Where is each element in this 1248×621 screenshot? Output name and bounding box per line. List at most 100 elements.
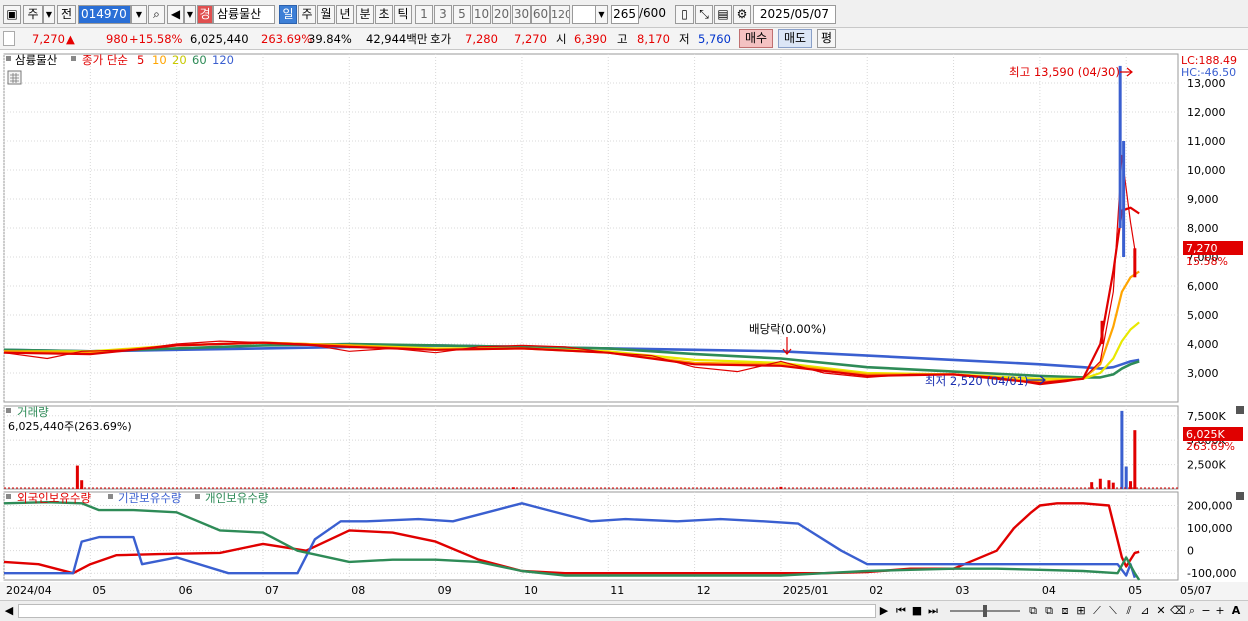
low-label: 저 (679, 32, 690, 46)
font-size-icon[interactable]: A (1230, 604, 1242, 618)
window-icon[interactable]: ▣ (3, 5, 21, 24)
table-icon[interactable] (7, 70, 22, 85)
interval-30[interactable]: 30 (512, 5, 531, 24)
checkbox[interactable] (3, 31, 15, 46)
ma-legend-120[interactable]: 120 (212, 53, 234, 67)
interval-dropdown-icon[interactable]: ▼ (595, 5, 608, 24)
volume: 6,025,440 (190, 32, 249, 46)
zoom-search-icon[interactable]: ⌕ (1186, 604, 1198, 618)
x-tick-label: 04 (1042, 584, 1056, 597)
price-candle (1100, 320, 1104, 344)
stock-code-input[interactable]: 014970 (78, 5, 131, 24)
interval-60[interactable]: 60 (531, 5, 550, 24)
trend-tool-icon[interactable]: ⟋ (1090, 604, 1104, 618)
ma-legend-20[interactable]: 20 (172, 53, 187, 67)
period-second[interactable]: 초 (375, 5, 393, 24)
interval-5[interactable]: 5 (453, 5, 471, 24)
ma-legend-title[interactable]: 종가 단순 (82, 53, 128, 67)
copy-icon[interactable]: ⧉ (1042, 604, 1056, 618)
price-info-bar: 7,270 ▲ 980 +15.58% 6,025,440 263.69% 39… (0, 28, 1248, 50)
y-tick-label: -100,000 (1187, 567, 1236, 580)
zoom-in-icon[interactable]: + (1214, 604, 1226, 618)
high-label: 고 (617, 32, 628, 46)
speaker-icon[interactable]: ◀ (167, 5, 184, 24)
interval-3[interactable]: 3 (434, 5, 452, 24)
avg-button[interactable]: 평 (817, 29, 836, 48)
change-amount: 980 (106, 32, 128, 46)
institution-hold-legend[interactable]: 기관보유수량 (118, 491, 182, 505)
y-tick-label: 200,000 (1187, 500, 1233, 513)
period-month[interactable]: 월 (317, 5, 335, 24)
count-input[interactable]: 265 (611, 5, 639, 24)
period-tick[interactable]: 틱 (394, 5, 412, 24)
layout-icon[interactable]: ⧉ (1026, 604, 1040, 618)
candle-icon[interactable]: ▯ (675, 5, 694, 24)
scroll-right-icon[interactable]: ▶ (878, 604, 890, 618)
code-dropdown-icon[interactable]: ▼ (131, 5, 147, 24)
y-tick-label: 4,000 (1187, 338, 1219, 351)
interval-120[interactable]: 120 (550, 5, 570, 24)
ma-legend-5[interactable]: 5 (137, 53, 144, 67)
interval-20[interactable]: 20 (492, 5, 511, 24)
zoom-slider-handle[interactable] (983, 605, 987, 617)
date-input[interactable]: 2025/05/07 (753, 5, 836, 24)
trade-amount: 42,944백만 (366, 32, 428, 46)
current-price-value: 7,270 (1186, 242, 1218, 255)
price-candle (1122, 141, 1126, 257)
fib-tool-icon[interactable]: ⟍ (1106, 604, 1120, 618)
save-icon[interactable]: ▤ (714, 5, 732, 24)
volume-legend-title[interactable]: 거래량 (17, 405, 49, 419)
x-tick-label: 2024/04 (6, 584, 52, 597)
y-tick-label: 11,000 (1187, 135, 1226, 148)
chart-scrollbar[interactable]: ◀ ▶ ⏮ ■ ⏭ ⧉ ⧉ ⧈ ⊞ ⟋ ⟍ ⫽ ⊿ ✕ ⌫ ⌕ − + A (0, 600, 1248, 621)
speaker-dropdown-icon[interactable]: ▼ (184, 5, 196, 24)
period-day[interactable]: 일 (279, 5, 297, 24)
individual-hold-legend[interactable]: 개인보유수량 (205, 491, 269, 505)
scroll-track[interactable] (18, 604, 876, 618)
x-tick-label: 10 (524, 584, 538, 597)
interval-10[interactable]: 10 (472, 5, 491, 24)
ma-legend-10[interactable]: 10 (152, 53, 167, 67)
y-tick-label: 10,000 (1187, 164, 1226, 177)
search-icon[interactable]: ⌕ (148, 5, 165, 24)
split-icon[interactable]: ⧈ (1058, 604, 1072, 618)
y-tick-label: 5,000 (1187, 309, 1219, 322)
delete-tool-icon[interactable]: ✕ (1154, 604, 1168, 618)
y-tick-label: 0 (1187, 545, 1194, 558)
market-select[interactable]: 주 (23, 5, 43, 24)
rewind-icon[interactable]: ⏮ (894, 604, 908, 618)
period-year[interactable]: 년 (336, 5, 354, 24)
period-week[interactable]: 주 (298, 5, 316, 24)
hc-label: HC:-46.50 (1181, 66, 1236, 79)
price-legend-name[interactable]: 삼륭물산 (15, 53, 58, 67)
interval-1[interactable]: 1 (415, 5, 433, 24)
y-tick-label: 12,000 (1187, 106, 1226, 119)
current-volume-rate: 263.69% (1186, 440, 1235, 453)
x-tick-label: 09 (438, 584, 452, 597)
sell-button[interactable]: 매도 (778, 29, 812, 48)
grid-icon[interactable]: ⊞ (1074, 604, 1088, 618)
hoga-label: 호가 (430, 32, 452, 46)
hoga-bid: 7,270 (514, 32, 547, 46)
hold-pane-close-icon[interactable] (1236, 492, 1244, 500)
volume-pane-close-icon[interactable] (1236, 406, 1244, 414)
period-minute[interactable]: 분 (356, 5, 374, 24)
erase-tool-icon[interactable]: ⌫ (1170, 604, 1186, 618)
stock-chart[interactable]: 05 06 07 08 09 10 11 12 2025/01 02 03 04 05 05/072024… (0, 50, 1248, 600)
gear-icon[interactable]: ⚙ (733, 5, 751, 24)
prev-button[interactable]: 전 (57, 5, 76, 24)
y-tick-label: 8,000 (1187, 222, 1219, 235)
buy-button[interactable]: 매수 (739, 29, 773, 48)
x-tick-label: 05/07 (1180, 584, 1212, 597)
zoom-out-icon[interactable]: − (1200, 604, 1212, 618)
stop-icon[interactable]: ■ (910, 604, 924, 618)
measure-tool-icon[interactable]: ⊿ (1138, 604, 1152, 618)
market-dropdown-icon[interactable]: ▼ (43, 5, 55, 24)
volume-legend-value: 6,025,440주(263.69%) (8, 420, 132, 433)
forward-icon[interactable]: ⏭ (926, 604, 940, 618)
channel-tool-icon[interactable]: ⫽ (1122, 604, 1136, 618)
foreign-hold-legend[interactable]: 외국인보유수량 (17, 491, 91, 505)
scroll-left-icon[interactable]: ◀ (3, 604, 15, 618)
ma-legend-60[interactable]: 60 (192, 53, 207, 67)
draw-tool-icon[interactable]: ⤡ (695, 5, 713, 24)
